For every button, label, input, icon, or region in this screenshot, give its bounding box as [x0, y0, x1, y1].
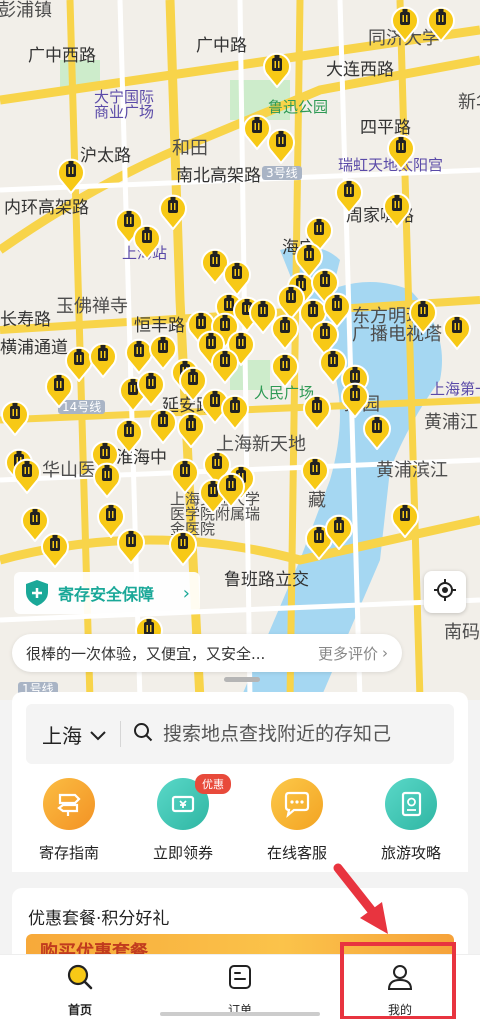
more-reviews-link[interactable]: 更多评价 [318, 643, 378, 664]
service-row: 寄存指南 优惠 立即领券 在线客服 旅游攻略 [12, 774, 468, 863]
search-box[interactable] [121, 722, 454, 746]
luggage-pin-icon[interactable] [386, 132, 416, 170]
luggage-pin-icon[interactable] [390, 500, 420, 538]
safety-banner[interactable]: 寄存安全保障 › [14, 572, 200, 614]
map-label: 广中路 [196, 36, 247, 56]
luggage-pin-icon[interactable] [302, 392, 332, 430]
service-storage-guide[interactable]: 寄存指南 [19, 778, 119, 863]
map-label: 藏 [308, 490, 326, 511]
tab-label: 首页 [67, 1003, 92, 1017]
luggage-pin-icon[interactable] [266, 126, 296, 164]
luggage-pin-icon[interactable] [40, 530, 70, 568]
luggage-pin-icon[interactable] [408, 296, 438, 334]
luggage-pin-icon[interactable] [270, 312, 300, 350]
chevron-right-icon: › [182, 582, 190, 604]
luggage-pin-icon[interactable] [176, 410, 206, 448]
annotation-arrow-icon [333, 863, 388, 934]
service-label: 在线客服 [266, 844, 327, 862]
map-label: 广中西路 [28, 46, 96, 66]
map-view[interactable]: 彭浦镇广中西路广中路同济大学大连西路大宁国际 商业广场鲁迅公园新华和田四平路瑞虹… [0, 0, 480, 700]
chat-icon [271, 778, 323, 830]
service-label: 立即领券 [152, 844, 213, 862]
luggage-pin-icon[interactable] [362, 412, 392, 450]
review-bar[interactable]: 很棒的一次体验，又便宜，又安全... 更多评价 › [12, 634, 402, 672]
luggage-pin-icon[interactable] [210, 346, 240, 384]
map-label: 横浦通道 [0, 338, 68, 358]
luggage-pin-icon[interactable] [216, 470, 246, 508]
annotation-highlight [340, 942, 456, 1019]
safety-banner-label: 寄存安全保障 [58, 585, 155, 604]
city-label: 上海 [42, 723, 82, 748]
luggage-pin-icon[interactable] [442, 312, 472, 350]
promo-title: 优惠套餐·积分好礼 [28, 909, 170, 929]
luggage-pin-icon[interactable] [220, 392, 250, 430]
map-label: 长寿路 [0, 310, 51, 330]
luggage-pin-icon[interactable] [92, 460, 122, 498]
shield-icon [24, 579, 50, 607]
service-label: 寄存指南 [38, 844, 99, 862]
luggage-pin-icon[interactable] [0, 398, 30, 436]
service-travel-guide[interactable]: 旅游攻略 [361, 778, 461, 863]
service-claim-coupon[interactable]: 优惠 立即领券 [133, 774, 233, 863]
map-label: 鲁迅公园 [268, 98, 329, 116]
luggage-pin-icon[interactable] [426, 4, 456, 42]
map-label: 内环高架路 [4, 198, 89, 218]
order-icon [226, 963, 254, 995]
city-selector[interactable]: 上海 [26, 721, 121, 748]
map-label: 玉佛禅寺 [56, 296, 128, 317]
coupon-badge: 优惠 [195, 774, 231, 794]
luggage-pin-icon[interactable] [136, 368, 166, 406]
map-label: 大宁国际 商业广场 [94, 88, 155, 121]
luggage-pin-icon[interactable] [270, 350, 300, 388]
luggage-pin-icon[interactable] [262, 50, 292, 88]
search-icon [133, 722, 153, 746]
map-label: 南码 [444, 622, 480, 643]
tab-orders[interactable]: 订单 [160, 955, 320, 1019]
luggage-pin-icon[interactable] [56, 156, 86, 194]
map-label: 新华 [458, 92, 480, 113]
guidebook-icon [385, 778, 437, 830]
luggage-pin-icon[interactable] [132, 222, 162, 260]
locate-button[interactable] [424, 571, 466, 613]
luggage-pin-icon[interactable] [324, 512, 354, 550]
luggage-pin-icon[interactable] [390, 4, 420, 42]
map-label: 南北高架路 [176, 166, 261, 186]
luggage-pin-icon[interactable] [382, 190, 412, 228]
bottom-sheet: 上海 寄存指南 优惠 立即领券 [12, 692, 468, 872]
review-text: 很棒的一次体验，又便宜，又安全... [26, 644, 266, 663]
luggage-pin-icon[interactable] [158, 192, 188, 230]
map-label: 大连西路 [326, 60, 394, 80]
luggage-pin-icon[interactable] [170, 456, 200, 494]
luggage-pin-icon[interactable] [12, 456, 42, 494]
home-indicator [160, 1012, 320, 1016]
tab-home[interactable]: 首页 [0, 955, 160, 1019]
map-label: 黄浦江 [424, 412, 478, 433]
map-label: 沪太路 [80, 146, 131, 166]
chevron-right-icon: › [382, 644, 388, 662]
search-input[interactable] [163, 723, 413, 745]
map-label: 黄浦滨江 [376, 460, 448, 481]
search-home-icon [66, 963, 94, 995]
luggage-pin-icon[interactable] [168, 528, 198, 566]
signpost-icon [43, 778, 95, 830]
luggage-pin-icon[interactable] [334, 176, 364, 214]
chevron-down-icon [90, 722, 106, 746]
map-label: 彭浦镇 [0, 0, 52, 21]
luggage-pin-icon[interactable] [116, 526, 146, 564]
locate-icon [433, 578, 457, 606]
map-label: 上海第一 [430, 380, 480, 398]
search-row: 上海 [26, 704, 454, 764]
map-label: 3号线 [262, 166, 302, 180]
sheet-handle[interactable] [224, 677, 260, 682]
luggage-pin-icon[interactable] [300, 454, 330, 492]
luggage-pin-icon[interactable] [88, 340, 118, 378]
luggage-pin-icon[interactable] [148, 406, 178, 444]
map-label: 和田 [172, 138, 208, 159]
map-label: 鲁班路立交 [224, 570, 309, 590]
service-online-support[interactable]: 在线客服 [247, 778, 347, 863]
luggage-pin-icon[interactable] [44, 370, 74, 408]
